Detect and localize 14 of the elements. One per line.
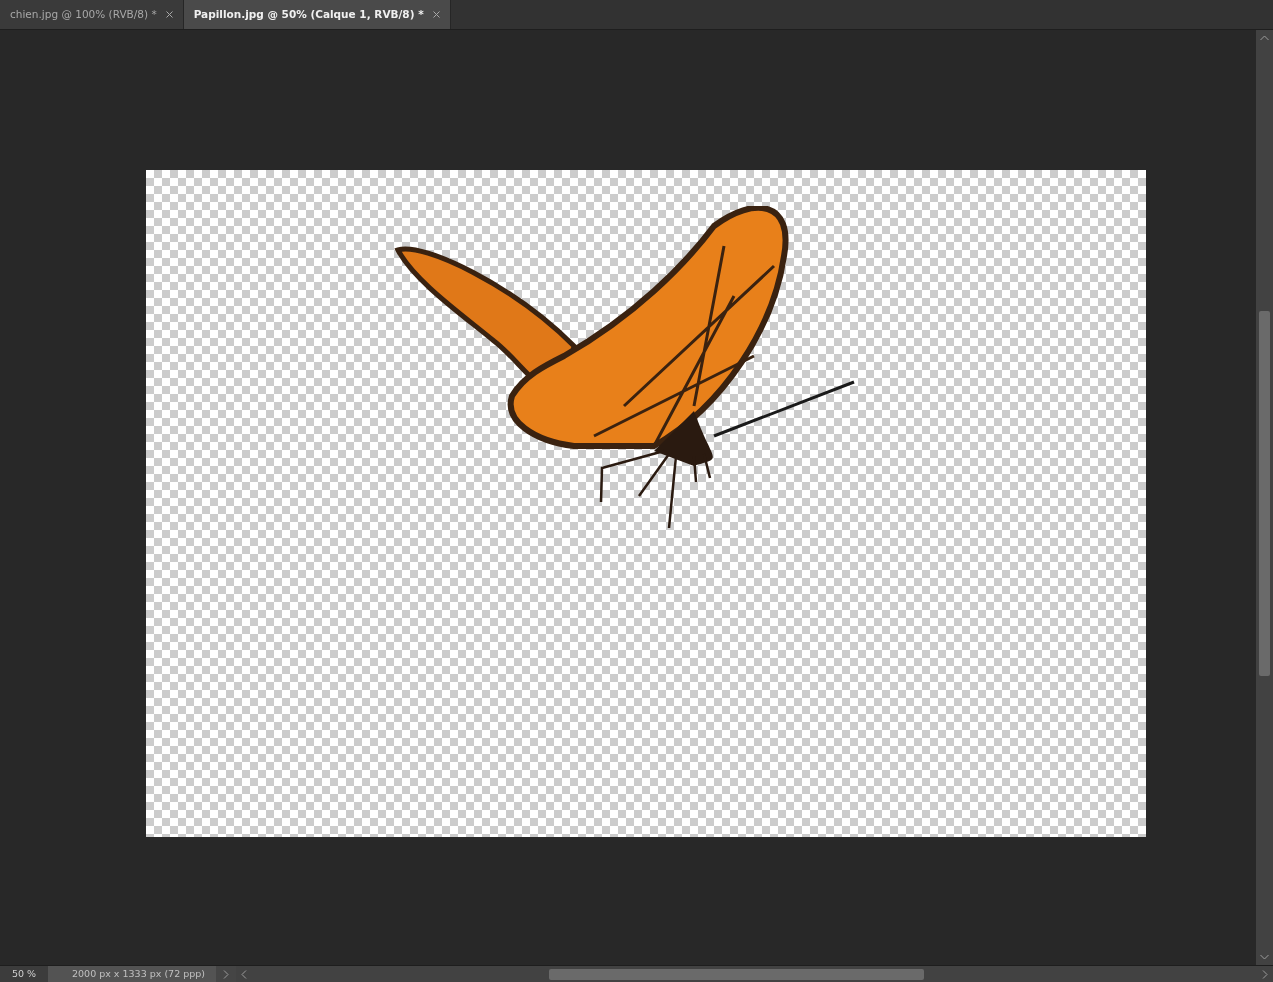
document-info: 2000 px x 1333 px (72 ppp) [48,966,216,982]
scroll-right-icon[interactable] [1262,969,1268,979]
scroll-down-icon[interactable] [1260,954,1269,960]
document-tab[interactable]: chien.jpg @ 100% (RVB/8) * [0,0,184,29]
chevron-right-icon[interactable] [223,969,229,979]
close-icon[interactable] [165,11,173,18]
scrollbar-thumb[interactable] [549,968,924,980]
document-tab[interactable]: Papillon.jpg @ 50% (Calque 1, RVB/8) * [183,0,451,29]
scroll-left-icon[interactable] [241,969,247,979]
vertical-scrollbar[interactable] [1256,30,1273,965]
zoom-field[interactable]: 50 % [0,966,48,982]
scroll-up-icon[interactable] [1260,35,1269,41]
scrollbar-thumb[interactable] [1259,311,1270,676]
close-icon[interactable] [432,11,440,18]
